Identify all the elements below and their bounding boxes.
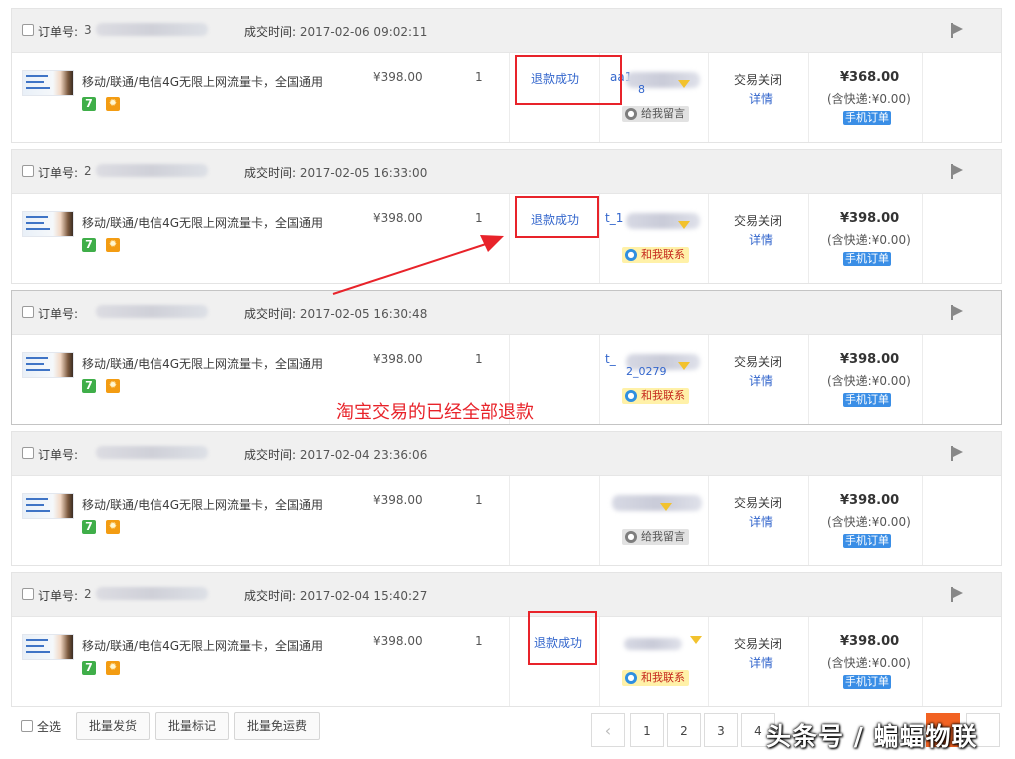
- select-all-label[interactable]: 全选: [37, 718, 61, 735]
- batch-free-shipping-button[interactable]: 批量免运费: [234, 712, 320, 740]
- annotation-arrow: [332, 235, 504, 295]
- page-2-button[interactable]: 2: [667, 713, 701, 747]
- batch-ship-button[interactable]: 批量发货: [76, 712, 150, 740]
- page-3-button[interactable]: 3: [704, 713, 738, 747]
- prev-page-button[interactable]: ‹: [591, 713, 625, 747]
- page-1-button[interactable]: 1: [630, 713, 664, 747]
- watermark: 头条号 / 蝙蝠物联: [766, 722, 978, 751]
- annotation-text: 淘宝交易的已经全部退款: [336, 402, 534, 423]
- batch-mark-button[interactable]: 批量标记: [155, 712, 229, 740]
- select-all-checkbox[interactable]: [21, 720, 33, 732]
